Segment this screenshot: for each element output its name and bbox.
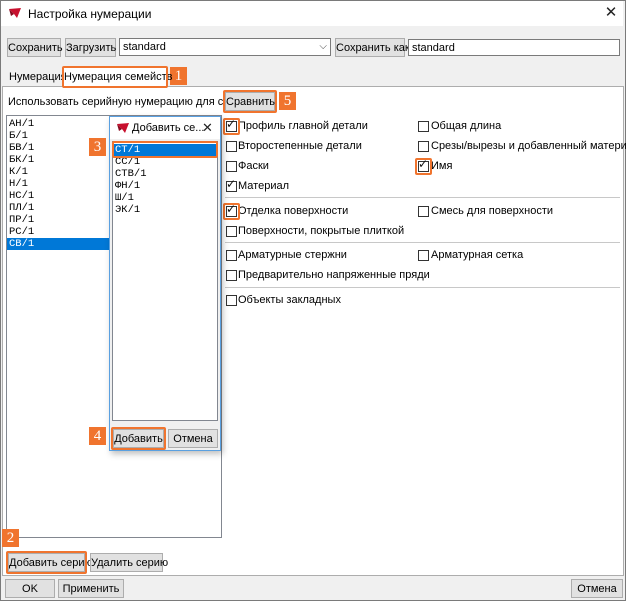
check-icon: ✓ bbox=[226, 177, 237, 191]
tab-numbering[interactable]: Нумерация bbox=[9, 68, 67, 86]
check-icon: ✓ bbox=[418, 157, 429, 171]
callout-badge-2: 2 bbox=[2, 529, 19, 547]
checkbox-secondary-parts[interactable] bbox=[226, 141, 237, 152]
dialog-add-button[interactable]: Добавить bbox=[113, 429, 164, 448]
dialog-cancel-button[interactable]: Отмена bbox=[168, 429, 218, 448]
list-item[interactable]: ФН/1 bbox=[113, 180, 217, 192]
save-button[interactable]: Сохранить bbox=[7, 38, 63, 57]
callout-badge-5: 5 bbox=[279, 92, 296, 110]
tekla-icon bbox=[9, 8, 21, 18]
label-surface-finish: Отделка поверхности bbox=[238, 205, 349, 217]
tekla-icon bbox=[117, 123, 129, 133]
label-surface-mix: Смесь для поверхности bbox=[431, 205, 554, 217]
cancel-button[interactable]: Отмена bbox=[571, 579, 623, 598]
checkbox-main-profile[interactable]: ✓ bbox=[226, 117, 237, 132]
label-secondary-parts: Второстепенные детали bbox=[238, 140, 362, 152]
checkbox-embed-objects[interactable] bbox=[226, 295, 237, 306]
label-total-length: Общая длина bbox=[431, 120, 502, 132]
checkbox-name[interactable]: ✓ bbox=[418, 157, 429, 172]
load-button[interactable]: Загрузить bbox=[65, 38, 116, 57]
checkbox-chamfers[interactable] bbox=[226, 161, 237, 172]
separator bbox=[225, 287, 620, 288]
checkbox-surface-finish[interactable]: ✓ bbox=[226, 202, 237, 217]
callout-badge-3: 3 bbox=[89, 138, 106, 156]
add-series-dialog: Добавить се... ✕ СТ/1 СС/1 СТВ/1 ФН/1 Ш/… bbox=[109, 116, 221, 451]
apply-button[interactable]: Применить bbox=[58, 579, 124, 598]
window-title: Настройка нумерации bbox=[28, 7, 152, 21]
preset-value: standard bbox=[123, 41, 166, 53]
checkbox-total-length[interactable] bbox=[418, 121, 429, 132]
dialog-title: Добавить се... bbox=[132, 122, 205, 134]
checkbox-rebars[interactable] bbox=[226, 250, 237, 261]
close-icon[interactable]: ✕ bbox=[202, 120, 213, 136]
label-prestressed-strands: Предварительно напряженные пряди bbox=[238, 269, 430, 281]
ok-button[interactable]: OK bbox=[5, 579, 55, 598]
compare-button[interactable]: Сравнить bbox=[225, 92, 275, 111]
label-material: Материал bbox=[238, 180, 289, 192]
add-series-button[interactable]: Добавить серию bbox=[8, 553, 93, 572]
checkbox-rebar-mesh[interactable] bbox=[418, 250, 429, 261]
checkbox-tiled-surfaces[interactable] bbox=[226, 226, 237, 237]
label-tiled-surfaces: Поверхности, покрытые плиткой bbox=[238, 225, 405, 237]
remove-series-button[interactable]: Удалить серию bbox=[90, 553, 168, 572]
label-main-profile: Профиль главной детали bbox=[238, 120, 368, 132]
separator bbox=[225, 197, 620, 198]
label-rebar-mesh: Арматурная сетка bbox=[431, 249, 524, 261]
check-icon: ✓ bbox=[226, 202, 237, 216]
check-icon: ✓ bbox=[226, 117, 237, 131]
label-embed-objects: Объекты закладных bbox=[238, 294, 341, 306]
family-list[interactable]: СТ/1 СС/1 СТВ/1 ФН/1 Ш/1 ЭК/1 bbox=[112, 141, 218, 421]
close-icon[interactable]: ✕ bbox=[602, 4, 620, 22]
preset-select[interactable]: standard ⌵ bbox=[119, 38, 331, 56]
checkbox-cuts-added-material[interactable] bbox=[418, 141, 429, 152]
dialog-title-bar: Добавить се... ✕ bbox=[110, 117, 220, 139]
checkbox-material[interactable]: ✓ bbox=[226, 177, 237, 192]
checkbox-prestressed-strands[interactable] bbox=[226, 270, 237, 281]
list-item[interactable]: ЭК/1 bbox=[113, 204, 217, 216]
callout-badge-4: 4 bbox=[89, 427, 106, 445]
series-prompt-label: Использовать серийную нумерацию для сери… bbox=[8, 96, 251, 108]
list-item[interactable]: СТВ/1 bbox=[113, 168, 217, 180]
save-as-field[interactable]: standard bbox=[408, 39, 620, 56]
list-item[interactable]: Ш/1 bbox=[113, 192, 217, 204]
tab-family-numbering[interactable]: Нумерация семейств bbox=[63, 67, 173, 88]
label-rebars: Арматурные стержни bbox=[238, 249, 347, 261]
save-as-button[interactable]: Сохранить как bbox=[335, 38, 410, 57]
checkbox-surface-mix[interactable] bbox=[418, 206, 429, 217]
separator bbox=[225, 242, 620, 243]
list-item[interactable]: СС/1 bbox=[113, 156, 217, 168]
title-bar: Настройка нумерации ✕ bbox=[1, 1, 623, 26]
label-name: Имя bbox=[431, 160, 453, 172]
chevron-down-icon: ⌵ bbox=[319, 41, 327, 52]
label-cuts-added-material: Срезы/вырезы и добавленный материал bbox=[431, 140, 626, 152]
label-chamfers: Фаски bbox=[238, 160, 269, 172]
list-item-selected[interactable]: СТ/1 bbox=[113, 144, 217, 156]
